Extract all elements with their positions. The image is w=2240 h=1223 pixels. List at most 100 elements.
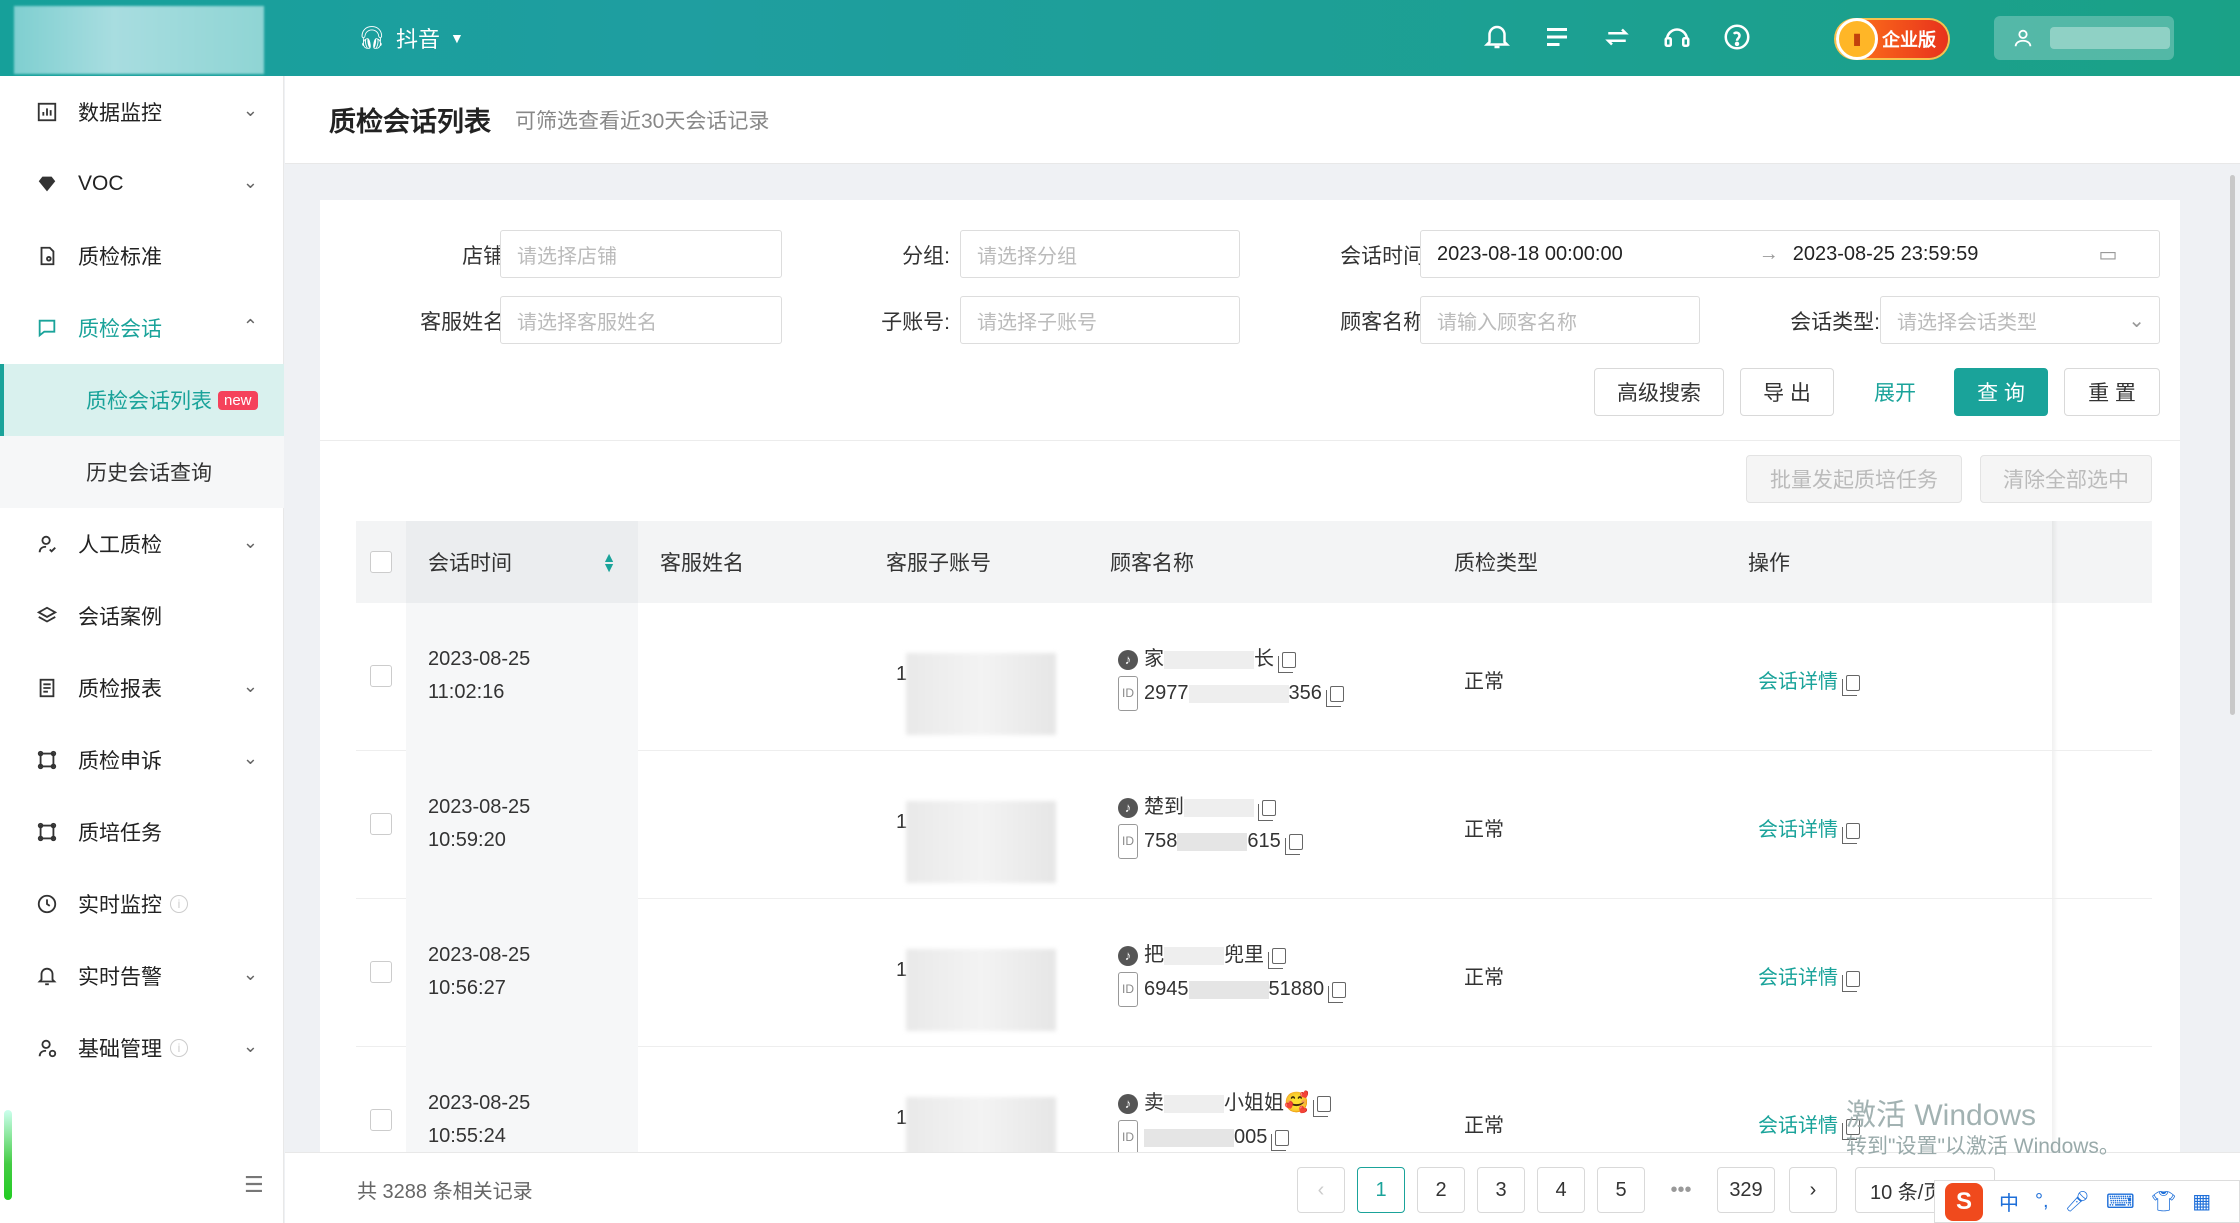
grid-icon[interactable]: ▦	[2192, 1189, 2211, 1214]
batch-training-button[interactable]: 批量发起质培任务	[1746, 455, 1962, 503]
page-3[interactable]: 3	[1477, 1167, 1525, 1213]
sidebar-label: 实时监控	[78, 894, 162, 917]
customer-input[interactable]: 请输入顾客名称	[1420, 296, 1700, 344]
sidebar-item-sessions[interactable]: 质检会话 ⌃	[0, 292, 284, 364]
sidebar-item-report[interactable]: 质检报表 ⌄	[0, 652, 284, 724]
sub-account-blurred	[906, 949, 1056, 1031]
calendar-icon: ▭	[2098, 243, 2118, 266]
user-menu[interactable]	[1994, 16, 2174, 60]
sidebar-item-alarm[interactable]: 实时告警 ⌄	[0, 940, 284, 1012]
collapse-menu-icon[interactable]: ☰	[244, 1172, 264, 1198]
page-1[interactable]: 1	[1357, 1167, 1405, 1213]
type-select[interactable]: 请选择会话类型 ⌄	[1880, 296, 2160, 344]
chevron-up-icon: ⌃	[242, 316, 258, 336]
advanced-search-button[interactable]: 高级搜索	[1594, 368, 1724, 416]
header-action: 操作	[1748, 552, 1790, 575]
header-session-time[interactable]: 会话时间 ▲ ▼	[406, 521, 638, 603]
subacct-select[interactable]: 请选择子账号	[960, 296, 1240, 344]
page-2[interactable]: 2	[1417, 1167, 1465, 1213]
ime-toolbar[interactable]: S 中 °, 🎤︎ ⌨ 👕︎ ▦	[1934, 1180, 2240, 1223]
customer-label: 顾客名称:	[1340, 311, 1430, 334]
sidebar-item-training[interactable]: 质培任务	[0, 796, 284, 868]
agent-select[interactable]: 请选择客服姓名	[500, 296, 782, 344]
header-sub-account: 客服子账号	[886, 552, 991, 575]
headset-icon[interactable]	[1662, 22, 1692, 52]
platform-label: 抖音	[395, 27, 440, 52]
copy-icon[interactable]	[1271, 1129, 1290, 1151]
copy-icon[interactable]	[1312, 1095, 1331, 1117]
row-checkbox[interactable]	[370, 665, 392, 693]
row-checkbox[interactable]	[370, 813, 392, 841]
page-ellipsis[interactable]: •••	[1657, 1167, 1705, 1213]
copy-icon[interactable]	[1278, 651, 1296, 673]
query-button[interactable]: 查 询	[1954, 368, 2048, 416]
qc-type: 正常	[1464, 671, 1504, 693]
session-detail-link[interactable]: 会话详情	[1758, 813, 1860, 844]
punctuation-icon[interactable]: °,	[2035, 1190, 2049, 1213]
copy-icon[interactable]	[1258, 799, 1276, 821]
chevron-down-icon: ⌄	[242, 748, 258, 768]
sidebar-item-data-monitor[interactable]: 数据监控 ⌄	[0, 76, 284, 148]
row-checkbox[interactable]	[370, 961, 392, 989]
ime-language[interactable]: 中	[1999, 1187, 2019, 1216]
microphone-icon[interactable]: 🎤︎	[2065, 1189, 2090, 1214]
row-checkbox[interactable]	[370, 1109, 392, 1137]
sidebar-label: 会话案例	[78, 606, 162, 629]
help-icon[interactable]	[1722, 22, 1752, 52]
session-detail-link[interactable]: 会话详情	[1758, 961, 1860, 992]
page-last[interactable]: 329	[1717, 1167, 1775, 1213]
page-5[interactable]: 5	[1597, 1167, 1645, 1213]
enterprise-badge[interactable]: ▮ 企业版	[1836, 18, 1948, 60]
export-button[interactable]: 导 出	[1740, 368, 1834, 416]
session-time: 2023-08-25 10:55:24	[428, 1092, 531, 1147]
copy-icon[interactable]	[1325, 685, 1344, 707]
copy-icon[interactable]	[1842, 822, 1860, 844]
time-range-picker[interactable]: 2023-08-18 00:00:00 → 2023-08-25 23:59:5…	[1420, 230, 2160, 278]
sub-account-blurred	[906, 653, 1056, 735]
task-icon	[34, 819, 60, 845]
sidebar-item-voc[interactable]: VOC ⌄	[0, 148, 284, 220]
list-icon[interactable]	[1542, 22, 1572, 52]
copy-icon[interactable]	[1268, 947, 1286, 969]
shop-select[interactable]: 请选择店铺	[500, 230, 782, 278]
sidebar-item-manual[interactable]: 人工质检 ⌄	[0, 508, 284, 580]
sort-icon[interactable]: ▲ ▼	[602, 550, 616, 574]
sidebar-item-appeal[interactable]: 质检申诉 ⌄	[0, 724, 284, 796]
copy-icon[interactable]	[1842, 674, 1860, 696]
skin-icon[interactable]: 👕︎	[2151, 1189, 2176, 1214]
sidebar-item-cases[interactable]: 会话案例	[0, 580, 284, 652]
copy-icon[interactable]	[1328, 981, 1347, 1003]
sidebar-label: 基础管理	[78, 1038, 162, 1061]
sidebar-item-admin[interactable]: 基础管理 i ⌄	[0, 1012, 284, 1084]
expand-button[interactable]: 展开	[1850, 368, 1940, 416]
page-4[interactable]: 4	[1537, 1167, 1585, 1213]
reset-button[interactable]: 重 置	[2064, 368, 2160, 416]
sidebar-item-standard[interactable]: 质检标准	[0, 220, 284, 292]
bell-icon[interactable]	[1482, 22, 1512, 52]
session-detail-link[interactable]: 会话详情	[1758, 665, 1860, 696]
table-row: 2023-08-25 10:56:27 1 ♪ 把兜里 ID 6945 51880 正常…	[356, 899, 2152, 1047]
clear-selection-button[interactable]: 清除全部选中	[1980, 455, 2152, 503]
vertical-scrollbar[interactable]	[2230, 175, 2235, 715]
alarm-icon	[34, 963, 60, 989]
sidebar-label: 质检申诉	[78, 750, 162, 773]
sidebar-label: 实时告警	[78, 966, 162, 989]
platform-selector[interactable]: 🎧︎ 抖音 ▼	[358, 22, 464, 54]
prev-page-button[interactable]: ‹	[1297, 1167, 1345, 1213]
copy-icon[interactable]	[1842, 970, 1860, 992]
sidebar-subitem-session-list[interactable]: 质检会话列表 new	[0, 364, 284, 436]
select-all-checkbox[interactable]	[370, 521, 392, 603]
sidebar-label: 数据监控	[78, 102, 162, 125]
sidebar-item-realtime[interactable]: 实时监控 i	[0, 868, 284, 940]
copy-icon[interactable]	[1284, 833, 1303, 855]
group-select[interactable]: 请选择分组	[960, 230, 1240, 278]
session-detail-link[interactable]: 会话详情	[1758, 1109, 1860, 1140]
exchange-icon[interactable]	[1602, 22, 1632, 52]
person-icon	[34, 531, 60, 557]
doc-icon	[34, 243, 60, 269]
next-page-button[interactable]: ›	[1789, 1167, 1837, 1213]
keyboard-icon[interactable]: ⌨	[2106, 1189, 2135, 1214]
session-time: 2023-08-25 10:59:20	[428, 796, 531, 851]
sidebar-subitem-history[interactable]: 历史会话查询	[0, 436, 284, 508]
chevron-down-icon: ⌄	[242, 676, 258, 696]
